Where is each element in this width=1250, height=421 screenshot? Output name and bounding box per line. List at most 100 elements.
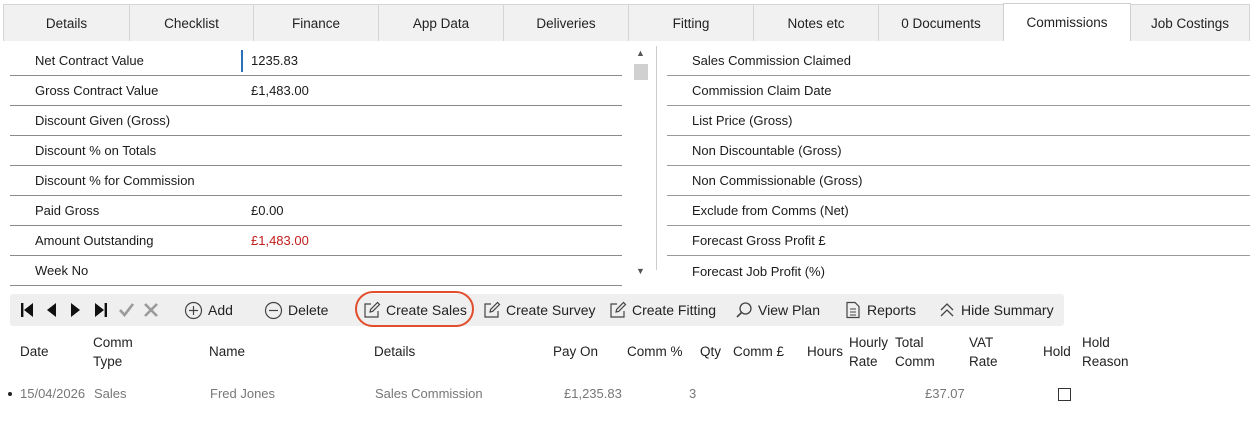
cancel-x-icon[interactable] [143,302,159,318]
header-details[interactable]: Details [374,342,415,361]
field-discount-for-commission: Discount % for Commission [10,166,622,196]
field-label: Non Commissionable (Gross) [692,173,863,188]
net-contract-value-input[interactable]: 1235.83 [241,49,298,72]
create-sales-label: Create Sales [386,302,467,318]
cell-comm-type[interactable]: Sales [94,386,127,401]
edit-icon [610,301,627,318]
tab-notes-etc[interactable]: Notes etc [753,4,879,41]
save-check-icon[interactable] [118,302,135,318]
create-fitting-button[interactable]: Create Fitting [609,294,716,326]
tab-documents[interactable]: 0 Documents [878,4,1004,41]
scroll-down-icon[interactable]: ▼ [636,266,645,276]
field-label: Net Contract Value [35,53,144,68]
delete-label: Delete [288,302,329,318]
cell-details[interactable]: Sales Commission [375,386,483,401]
field-commission-claim-date: Commission Claim Date [667,76,1250,106]
document-icon [846,301,860,319]
prev-record-icon[interactable] [45,302,57,318]
header-line: Comm [895,354,935,369]
header-name[interactable]: Name [209,342,245,361]
create-sales-button[interactable]: Create Sales [363,294,467,326]
field-label: Forecast Gross Profit £ [692,233,826,248]
tab-label: App Data [412,15,470,31]
tab-fitting[interactable]: Fitting [628,4,754,41]
view-plan-label: View Plan [758,302,821,318]
next-record-icon[interactable] [70,302,82,318]
header-date[interactable]: Date [20,342,49,361]
tab-label: 0 Documents [901,15,981,31]
add-label: Add [208,302,233,318]
amount-outstanding-input[interactable]: £1,483.00 [251,233,309,248]
field-label: Non Discountable (Gross) [692,143,842,158]
minus-circle-icon [264,301,283,319]
hold-checkbox[interactable] [1058,388,1071,401]
cell-qty[interactable]: 3 [689,386,696,401]
field-list-price: List Price (Gross) [667,106,1250,136]
field-label: Paid Gross [35,203,100,218]
tab-commissions[interactable]: Commissions [1003,3,1131,41]
header-line: Type [93,354,123,369]
field-label: Exclude from Comms (Net) [692,203,849,218]
header-comm-pounds[interactable]: Comm £ [733,342,784,361]
paid-gross-input[interactable]: £0.00 [251,203,284,218]
header-total-comm[interactable]: Total Comm [895,333,935,371]
cell-name[interactable]: Fred Jones [210,386,275,401]
tab-checklist[interactable]: Checklist [129,4,254,41]
tab-job-costings[interactable]: Job Costings [1130,4,1250,41]
header-qty[interactable]: Qty [700,342,721,361]
field-label: Amount Outstanding [35,233,154,248]
create-survey-button[interactable]: Create Survey [483,294,595,326]
field-non-commissionable: Non Commissionable (Gross) [667,166,1250,196]
header-comm-type[interactable]: Comm Type [93,333,133,371]
create-survey-label: Create Survey [506,302,596,318]
field-gross-contract-value: Gross Contract Value £1,483.00 [10,76,622,106]
header-hold[interactable]: Hold [1043,342,1071,361]
row-selector-icon [8,392,12,396]
field-forecast-job-profit: Forecast Job Profit (%) [667,256,1250,286]
hide-summary-button[interactable]: Hide Summary [938,294,1054,326]
tab-label: Checklist [164,15,219,31]
tab-app-data[interactable]: App Data [378,4,504,41]
reports-label: Reports [867,302,917,318]
header-pay-on[interactable]: Pay On [553,342,598,361]
hide-summary-label: Hide Summary [961,302,1054,318]
tab-label: Job Costings [1150,15,1230,31]
tab-finance[interactable]: Finance [253,4,379,41]
field-exclude-from-comms: Exclude from Comms (Net) [667,196,1250,226]
cell-total-comm[interactable]: £37.07 [925,386,965,401]
tab-label: Notes etc [787,15,845,31]
field-label: Gross Contract Value [35,83,159,98]
tab-details[interactable]: Details [3,4,130,41]
add-button[interactable]: Add [184,294,233,326]
tab-label: Deliveries [536,15,596,31]
view-plan-button[interactable]: View Plan [735,294,820,326]
tab-label: Details [45,15,88,31]
summary-left-panel: Net Contract Value 1235.83 Gross Contrac… [10,46,622,286]
delete-button[interactable]: Delete [264,294,328,326]
plus-circle-icon [184,301,203,319]
create-fitting-label: Create Fitting [632,302,717,318]
field-net-contract-value: Net Contract Value 1235.83 [10,46,622,76]
scroll-up-icon[interactable]: ▲ [636,48,645,58]
header-line: Comm [93,335,133,350]
last-record-icon[interactable] [94,302,108,318]
field-sales-commission-claimed: Sales Commission Claimed [667,46,1250,76]
header-comm-percent[interactable]: Comm % [627,342,683,361]
reports-button[interactable]: Reports [844,294,916,326]
header-line: Total [895,335,924,350]
tab-deliveries[interactable]: Deliveries [503,4,629,41]
cell-date[interactable]: 15/04/2026 [20,386,85,401]
scrollbar-thumb[interactable] [634,64,648,80]
tab-label: Commissions [1026,15,1108,30]
header-line: Rate [969,354,998,369]
edit-icon [364,301,381,318]
field-label: Sales Commission Claimed [692,53,851,68]
header-hours[interactable]: Hours [807,342,843,361]
header-hourly-rate[interactable]: Hourly Rate [849,333,888,371]
header-vat-rate[interactable]: VAT Rate [969,333,998,371]
first-record-icon[interactable] [20,302,34,318]
gross-contract-value-input[interactable]: £1,483.00 [251,83,309,98]
cell-pay-on[interactable]: £1,235.83 [564,386,622,401]
header-hold-reason[interactable]: Hold Reason [1082,333,1129,371]
summary-scrollbar[interactable]: ▲ ▼ [632,46,650,282]
